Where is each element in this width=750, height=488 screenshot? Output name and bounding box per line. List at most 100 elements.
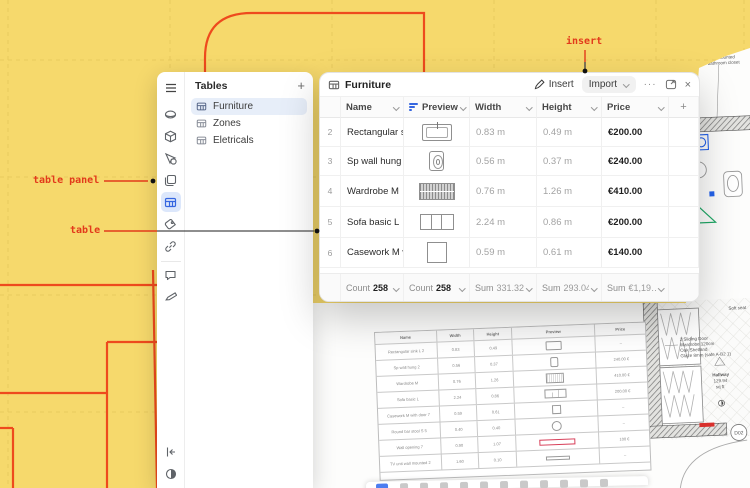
comment-icon[interactable] bbox=[161, 265, 181, 285]
sink-preview bbox=[422, 124, 452, 141]
square-preview bbox=[552, 405, 561, 414]
cell-height[interactable]: 0.86 m bbox=[537, 207, 602, 238]
footer-count-preview[interactable]: Count258 bbox=[404, 274, 470, 302]
toolbar-icon[interactable] bbox=[400, 483, 408, 488]
cell-height[interactable]: 0.37 m bbox=[537, 147, 602, 176]
column-header-name[interactable]: Name bbox=[341, 97, 404, 118]
collapse-icon[interactable] bbox=[161, 442, 181, 462]
tv-preview bbox=[546, 455, 570, 460]
cell-name[interactable]: Casework M with d… bbox=[341, 238, 404, 268]
wall-opening-accent bbox=[699, 422, 714, 427]
import-button[interactable]: Import bbox=[582, 76, 636, 93]
toolbar-icon[interactable] bbox=[500, 481, 508, 488]
cursor-tool-icon[interactable] bbox=[376, 483, 388, 488]
table-glyph-icon bbox=[196, 101, 207, 112]
table-glyph-icon bbox=[196, 118, 207, 129]
tables-item-zones[interactable]: Zones bbox=[191, 115, 307, 132]
footer-sum-height[interactable]: Sum293.04… bbox=[537, 274, 602, 302]
label-soft-seat: Soft seat bbox=[728, 305, 747, 311]
wardrobe-preview bbox=[546, 372, 564, 383]
cell-preview[interactable] bbox=[404, 238, 470, 268]
filter-icon bbox=[409, 103, 418, 111]
theme-icon[interactable] bbox=[161, 464, 181, 484]
cell-width[interactable]: 0.83 m bbox=[470, 118, 537, 147]
add-table-button[interactable]: + bbox=[297, 81, 305, 91]
footer-sum-width[interactable]: Sum331.32… bbox=[470, 274, 537, 302]
table-footer: Count258 Count258 Sum331.32… Sum293.04… … bbox=[320, 273, 699, 301]
toolbar-icon[interactable] bbox=[560, 480, 568, 488]
add-column-button[interactable]: + bbox=[669, 97, 699, 118]
toolbar-icon[interactable] bbox=[460, 482, 468, 488]
insert-button[interactable]: Insert bbox=[534, 79, 574, 90]
menu-icon[interactable] bbox=[161, 78, 181, 98]
cell-width[interactable]: 0.76 m bbox=[470, 176, 537, 207]
footer-count-name[interactable]: Count258 bbox=[341, 274, 404, 302]
label-room-unit: sq ft bbox=[716, 384, 725, 389]
toolbar-icon[interactable] bbox=[520, 481, 528, 488]
furniture-table-window: Furniture Insert Import ··· × Name Previ… bbox=[319, 72, 700, 302]
cell-width[interactable]: 0.59 m bbox=[470, 238, 537, 268]
column-header-width[interactable]: Width bbox=[470, 97, 537, 118]
link-icon[interactable] bbox=[161, 236, 181, 256]
tag-icon[interactable] bbox=[161, 214, 181, 234]
cell-name[interactable]: Rectangular sink L 2 bbox=[341, 118, 404, 147]
tables-item-eletricals[interactable]: Eletricals bbox=[191, 132, 307, 149]
cell-price[interactable]: €410.00 bbox=[602, 176, 669, 207]
toolbar-icon[interactable] bbox=[420, 483, 428, 488]
toolbar-icon[interactable] bbox=[540, 480, 548, 488]
cell-name[interactable]: Sp wall hung 2 bbox=[341, 147, 404, 176]
expand-icon[interactable] bbox=[665, 79, 677, 90]
close-icon[interactable]: × bbox=[685, 79, 691, 91]
cell-price[interactable]: €140.00 bbox=[602, 238, 669, 268]
table-row[interactable]: 5 Sofa basic L 2.24 m 0.86 m €200.00 bbox=[320, 207, 699, 238]
cell-preview[interactable] bbox=[404, 147, 470, 176]
tables-panel-title: Tables bbox=[195, 80, 227, 92]
row-number: 2 bbox=[320, 118, 341, 147]
toolbar-icon[interactable] bbox=[440, 482, 448, 488]
cursor-icon[interactable] bbox=[161, 148, 181, 168]
table-row[interactable]: 6 Casework M with d… 0.59 m 0.61 m €140.… bbox=[320, 238, 699, 268]
column-header-preview[interactable]: Preview bbox=[404, 97, 470, 118]
shapes-icon[interactable] bbox=[161, 104, 181, 124]
circle-preview bbox=[552, 420, 562, 430]
cell-price[interactable]: €200.00 bbox=[602, 207, 669, 238]
cell-width[interactable]: 2.24 m bbox=[470, 207, 537, 238]
table-window-header: Furniture Insert Import ··· × bbox=[320, 73, 699, 97]
table-row[interactable]: 3 Sp wall hung 2 0.56 m 0.37 m €240.00 bbox=[320, 147, 699, 176]
chevron-down-icon bbox=[623, 81, 629, 87]
row-number: 5 bbox=[320, 207, 341, 238]
toolbar-icon[interactable] bbox=[580, 479, 588, 487]
tables-item-furniture[interactable]: Furniture bbox=[191, 98, 307, 115]
cell-height[interactable]: 0.49 m bbox=[537, 118, 602, 147]
cell-preview[interactable] bbox=[404, 176, 470, 207]
cell-preview[interactable] bbox=[404, 207, 470, 238]
pencil-icon[interactable] bbox=[161, 287, 181, 307]
chevron-down-icon bbox=[526, 104, 532, 110]
cell-height[interactable]: 1.26 m bbox=[537, 176, 602, 207]
app-window: Wall mounted bathroom closet 2 Sliding D… bbox=[0, 0, 750, 488]
column-header-row: Name Preview Width Height Price + bbox=[320, 97, 699, 118]
cell-name[interactable]: Wardrobe M bbox=[341, 176, 404, 207]
cell-name[interactable]: Sofa basic L bbox=[341, 207, 404, 238]
table-row[interactable]: 2 Rectangular sink L 2 0.83 m 0.49 m €20… bbox=[320, 118, 699, 147]
toolbar-icon[interactable] bbox=[480, 481, 488, 488]
more-options-button[interactable]: ··· bbox=[644, 79, 657, 90]
cell-price[interactable]: €240.00 bbox=[602, 147, 669, 176]
label-room-name: Hallway bbox=[712, 372, 729, 378]
cell-preview[interactable] bbox=[404, 118, 470, 147]
pages-icon[interactable] bbox=[161, 170, 181, 190]
toilet-fixture bbox=[723, 171, 742, 197]
cell-price[interactable]: €200.00 bbox=[602, 118, 669, 147]
table-row[interactable]: 4 Wardrobe M 0.76 m 1.26 m €410.00 bbox=[320, 176, 699, 207]
cube-icon[interactable] bbox=[161, 126, 181, 146]
footer-sum-price[interactable]: Sum€1,19… bbox=[602, 274, 669, 302]
cell-width[interactable]: 0.56 m bbox=[470, 147, 537, 176]
icon-rail bbox=[157, 72, 185, 488]
sink-preview bbox=[546, 341, 562, 351]
column-header-height[interactable]: Height bbox=[537, 97, 602, 118]
chevron-down-icon bbox=[393, 104, 399, 110]
toolbar-icon[interactable] bbox=[600, 479, 608, 487]
column-header-price[interactable]: Price bbox=[602, 97, 669, 118]
cell-height[interactable]: 0.61 m bbox=[537, 238, 602, 268]
table-icon[interactable] bbox=[161, 192, 181, 212]
